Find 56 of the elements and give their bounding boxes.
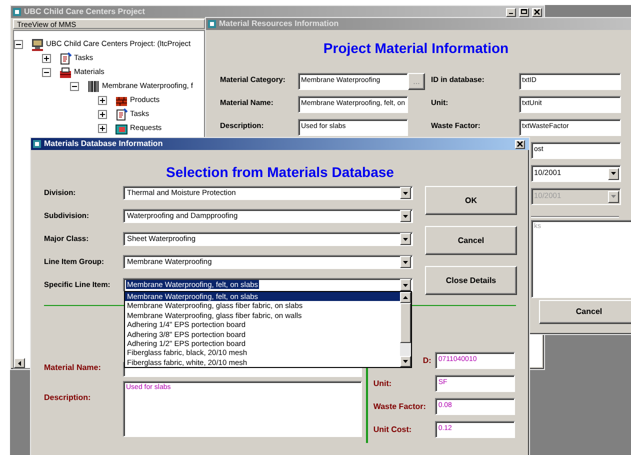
- form-heading: Project Material Information: [322, 39, 510, 56]
- dialog-button[interactable]: Cancel: [425, 226, 517, 255]
- maximize-icon: [521, 9, 527, 15]
- caret-icon: [611, 195, 616, 198]
- form-heading: Selection from Materials Database: [165, 163, 395, 180]
- toolbox-icon: [59, 66, 72, 78]
- box-icon: [115, 122, 128, 134]
- maximize-button[interactable]: [519, 8, 529, 16]
- close-button[interactable]: [515, 140, 525, 148]
- clipboard-icon: [59, 52, 72, 64]
- window-icon: [13, 8, 21, 16]
- expand-toggle[interactable]: [14, 40, 23, 48]
- dropdown-button[interactable]: [400, 233, 411, 245]
- down-arrow-icon: [403, 360, 408, 364]
- dialog-button[interactable]: OK: [425, 186, 517, 215]
- field-label: Unit:: [373, 378, 393, 388]
- left-arrow-icon: [18, 360, 21, 366]
- expand-toggle[interactable]: [98, 96, 107, 104]
- field-label: Material Name:: [44, 362, 102, 372]
- up-arrow-icon: [403, 296, 408, 299]
- caret-icon: [403, 192, 408, 194]
- dropdown-button[interactable]: [400, 256, 411, 268]
- window-title: Material Resources Information: [219, 19, 340, 29]
- caret-icon: [403, 260, 408, 264]
- window-icon: [208, 20, 216, 28]
- expand-toggle[interactable]: [42, 68, 51, 76]
- monitor-icon: [31, 38, 44, 50]
- caret-icon: [403, 238, 408, 240]
- dialog-button[interactable]: Close Details: [425, 266, 517, 295]
- minimize-button[interactable]: [506, 8, 516, 16]
- close-icon: [534, 9, 540, 15]
- field-label: Unit Cost:: [373, 424, 413, 434]
- dropdown-button[interactable]: [608, 168, 619, 180]
- expand-toggle[interactable]: [42, 54, 51, 62]
- expand-toggle[interactable]: [70, 82, 79, 90]
- scrollbar[interactable]: [400, 292, 411, 368]
- dropdown-button[interactable]: [400, 279, 411, 291]
- cancel-button[interactable]: Cancel: [539, 300, 631, 324]
- stripes-icon: [87, 80, 100, 92]
- expand-toggle[interactable]: [98, 124, 107, 132]
- window-title: UBC Child Care Centers Project: [24, 7, 146, 17]
- caret-icon: [611, 172, 616, 175]
- dropdown-button[interactable]: [400, 210, 411, 222]
- window-title: Materials Database Information: [44, 139, 164, 149]
- scroll-left-button[interactable]: [14, 358, 25, 368]
- caret-icon: [403, 284, 408, 286]
- field-label: D:: [422, 356, 432, 366]
- close-button[interactable]: [532, 8, 542, 16]
- expand-toggle[interactable]: [98, 110, 107, 118]
- dropdown-button[interactable]: [400, 187, 411, 199]
- field-label: Waste Factor:: [373, 402, 427, 412]
- close-icon: [517, 141, 523, 147]
- field-label: Description:: [44, 392, 92, 402]
- caret-icon: [403, 214, 408, 218]
- window-icon: [33, 140, 41, 148]
- clipboard-icon: [115, 108, 128, 120]
